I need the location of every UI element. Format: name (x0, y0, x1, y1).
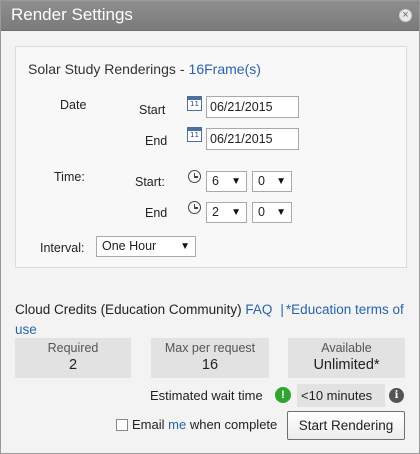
title-bar[interactable]: Render Settings × (1, 1, 419, 31)
available-label: Available (321, 341, 372, 355)
max-per-request-box: Max per request 16 (151, 338, 269, 378)
panel-heading-text: Solar Study Renderings (28, 61, 176, 77)
chevron-down-icon: ▼ (231, 176, 241, 187)
max-value: 16 (201, 357, 219, 373)
start-hour-value: 6 (212, 174, 219, 188)
start-date-input[interactable] (206, 96, 299, 118)
faq-link[interactable]: FAQ (245, 302, 272, 317)
required-value: 2 (68, 357, 78, 373)
start-rendering-button[interactable]: Start Rendering (287, 411, 405, 440)
email-suffix: when complete (189, 417, 278, 432)
info-icon[interactable]: i (389, 388, 404, 403)
solar-study-panel: Solar Study Renderings -16Frame(s) Date S… (15, 46, 407, 268)
start-minute-select[interactable]: 0 ▼ (252, 171, 292, 192)
frames-count: 16Frame(s) (188, 61, 261, 77)
date-end-label: End (145, 134, 168, 148)
time-end-label: End (145, 206, 168, 220)
email-checkbox[interactable] (116, 419, 128, 431)
community-label: (Education Community) (100, 302, 242, 317)
start-minute-value: 0 (258, 174, 265, 188)
available-value: Unlimited* (313, 357, 380, 373)
time-label: Time: (54, 170, 85, 184)
clock-icon (188, 201, 201, 214)
render-settings-dialog: Render Settings × Solar Study Renderings… (0, 0, 420, 454)
end-hour-select[interactable]: 2 ▼ (206, 202, 247, 223)
required-credits-box: Required 2 (15, 338, 131, 378)
date-start-label: Start (139, 103, 166, 117)
end-minute-value: 0 (258, 205, 265, 219)
chevron-down-icon: ▼ (231, 207, 241, 218)
end-date-input[interactable] (206, 128, 299, 150)
calendar-icon[interactable]: 11 (187, 96, 202, 111)
wait-time-value: <10 minutes (297, 384, 385, 407)
panel-heading: Solar Study Renderings -16Frame(s) (28, 61, 261, 77)
link-separator: | (280, 302, 284, 317)
email-label: Email me when complete (132, 417, 277, 432)
chevron-down-icon: ▼ (276, 176, 286, 187)
cloud-credits-title: Cloud Credits (15, 302, 97, 317)
start-hour-select[interactable]: 6 ▼ (206, 171, 247, 192)
calendar-icon[interactable]: 11 (187, 127, 202, 142)
cloud-credits-header: Cloud Credits (Education Community) FAQ |… (15, 300, 409, 340)
email-prefix: Email (132, 417, 165, 432)
available-credits-box: Available Unlimited* (288, 338, 405, 378)
end-minute-select[interactable]: 0 ▼ (252, 202, 292, 223)
required-label: Required (47, 341, 99, 355)
time-start-label: Start: (135, 175, 165, 189)
chevron-down-icon: ▼ (276, 207, 286, 218)
end-hour-value: 2 (212, 205, 219, 219)
date-label: Date (60, 98, 87, 112)
email-me-link[interactable]: me (168, 417, 186, 432)
max-label: Max per request (164, 341, 256, 355)
clock-icon (188, 170, 201, 183)
window-title: Render Settings (11, 5, 133, 24)
interval-label: Interval: (40, 241, 85, 255)
interval-value: One Hour (102, 239, 157, 253)
heading-separator: - (179, 61, 185, 77)
close-icon[interactable]: × (399, 9, 412, 22)
interval-select[interactable]: One Hour ▼ (96, 236, 196, 257)
wait-time-label: Estimated wait time (150, 388, 263, 403)
chevron-down-icon: ▼ (180, 241, 190, 252)
status-ok-icon: ! (275, 387, 291, 403)
